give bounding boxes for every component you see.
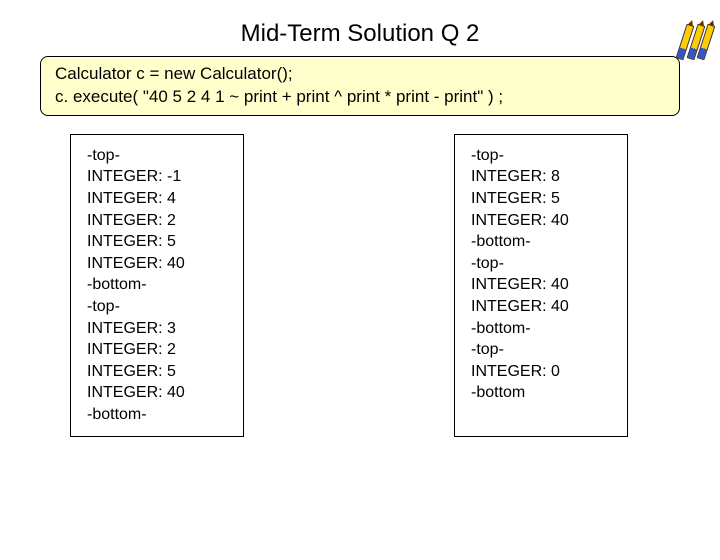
- output-columns: -top- INTEGER: -1 INTEGER: 4 INTEGER: 2 …: [70, 134, 720, 437]
- code-line-2: c. execute( "40 5 2 4 1 ~ print + print …: [55, 86, 665, 109]
- code-line-1: Calculator c = new Calculator();: [55, 63, 665, 86]
- output-right: -top- INTEGER: 8 INTEGER: 5 INTEGER: 40 …: [454, 134, 628, 437]
- page-title: Mid-Term Solution Q 2: [0, 20, 720, 48]
- code-block: Calculator c = new Calculator(); c. exec…: [40, 56, 680, 116]
- decorative-pencils: [683, 24, 710, 65]
- output-left: -top- INTEGER: -1 INTEGER: 4 INTEGER: 2 …: [70, 134, 244, 437]
